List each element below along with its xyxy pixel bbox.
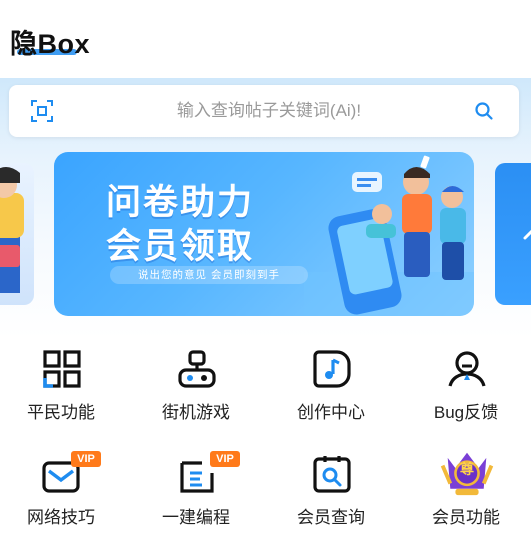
search-document-icon (313, 456, 351, 493)
search-button[interactable] (465, 93, 503, 129)
banner-subtitle: 说出您的意见 会员即刻到手 (110, 266, 308, 284)
app-header: 隐Box (0, 0, 531, 80)
promo-banner[interactable]: 问卷助力 会员领取 说出您的意见 会员即刻到手 (54, 152, 474, 316)
grid-item-one-click-programming[interactable]: VIP 一建编程 (130, 445, 262, 545)
function-grid: 平民功能 街机游戏 创作中心 Bug反馈 VIP 网络技巧 VIP 一建编程 会… (0, 340, 531, 550)
survey-people-illustration (304, 155, 474, 316)
grid-item-label: Bug反馈 (433, 403, 499, 422)
grid-item-arcade-games[interactable]: 街机游戏 (130, 340, 262, 440)
vip-badge: VIP (216, 453, 234, 465)
user-feedback-icon (448, 351, 486, 387)
grid-item-label: 平民功能 (27, 403, 95, 422)
search-bar[interactable]: 输入查询帖子关键词(Ai)! (9, 85, 519, 137)
grid-item-label: 一建编程 (162, 508, 230, 527)
carousel-prev-slide[interactable] (0, 163, 34, 305)
grid-item-label: 会员功能 (432, 508, 500, 527)
grid-item-label: 街机游戏 (162, 403, 230, 422)
carousel-next-slide[interactable] (495, 163, 531, 305)
search-input[interactable]: 输入查询帖子关键词(Ai)! (79, 85, 459, 137)
grid-item-label: 会员查询 (297, 508, 365, 527)
next-slide-graphic (523, 229, 531, 240)
grid-item-label: 网络技巧 (27, 508, 95, 527)
music-note-icon (313, 350, 351, 388)
grid-item-civilian-features[interactable]: 平民功能 (0, 340, 127, 440)
cartoon-girl-illustration (0, 167, 24, 293)
grid-item-member-features[interactable]: 尊 会员功能 (400, 445, 531, 545)
grid-item-label: 创作中心 (297, 403, 365, 422)
grid-item-bug-feedback[interactable]: Bug反馈 (400, 340, 531, 440)
vip-badge: VIP (77, 453, 95, 465)
app-title: 隐Box (10, 29, 91, 59)
grid-item-network-tips[interactable]: VIP 网络技巧 (0, 445, 127, 545)
vip-emblem-text: 尊 (460, 461, 474, 477)
grid-item-member-query[interactable]: 会员查询 (265, 445, 397, 545)
grid-apps-icon (43, 350, 81, 388)
search-icon (475, 102, 493, 120)
banner-title-line2: 会员领取 (106, 227, 255, 266)
grid-item-creation-center[interactable]: 创作中心 (265, 340, 397, 440)
gamepad-icon (178, 350, 216, 388)
scan-icon[interactable] (31, 100, 53, 122)
